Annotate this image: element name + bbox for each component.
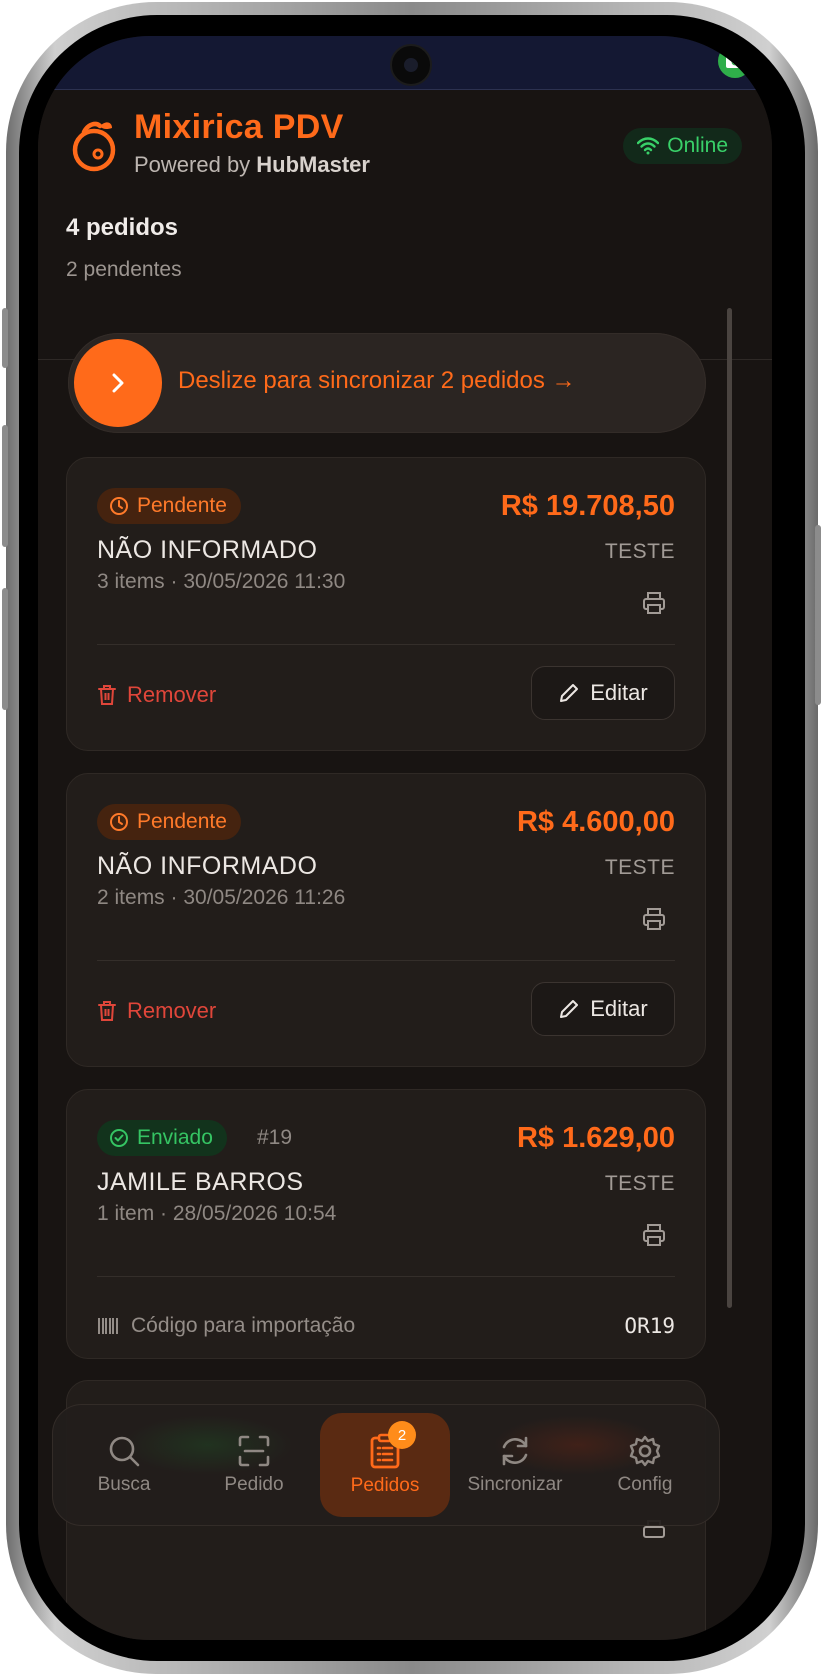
order-card[interactable]: Pendente R$ 19.708,50 NÃO INFORMADO 3 it…: [66, 457, 706, 751]
status-badge: Enviado: [97, 1120, 227, 1156]
customer-name: JAMILE BARROS: [97, 1168, 304, 1196]
order-meta: 1 item · 28/05/2026 10:54: [97, 1202, 337, 1225]
scan-icon: [238, 1435, 270, 1467]
status-label: Enviado: [137, 1126, 213, 1149]
online-status-label: Online: [667, 134, 728, 157]
app-title: Mixirica PDV: [134, 108, 344, 146]
sync-swipe-slider[interactable]: Deslize para sincronizar 2 pedidos →: [68, 333, 706, 433]
nav-badge-count: 2: [388, 1421, 416, 1449]
search-icon: [109, 1436, 140, 1467]
scrollbar[interactable]: [727, 308, 732, 1308]
app-screen: Mixirica PDV Powered by HubMaster Online…: [38, 36, 772, 1640]
edit-button[interactable]: Editar: [531, 982, 675, 1036]
remove-label: Remover: [127, 682, 217, 707]
trash-icon: [98, 1001, 116, 1021]
seller-name: TESTE: [604, 1172, 675, 1195]
status-label: Pendente: [137, 810, 227, 833]
seller-name: TESTE: [604, 856, 675, 879]
nav-label: Pedido: [224, 1474, 284, 1495]
tangerine-logo-icon: [70, 116, 118, 179]
orders-count: 4 pedidos: [66, 214, 179, 241]
nav-item-sincronizar[interactable]: Sincronizar: [450, 1413, 580, 1517]
nav-label: Config: [617, 1474, 673, 1495]
powered-by-prefix: Powered by: [134, 152, 257, 177]
order-card[interactable]: Pendente R$ 4.600,00 NÃO INFORMADO 2 ite…: [66, 773, 706, 1067]
nav-label: Sincronizar: [467, 1474, 563, 1495]
swipe-handle[interactable]: [74, 339, 162, 427]
print-icon[interactable]: [641, 590, 667, 621]
silent-switch: [2, 308, 8, 368]
card-divider: [97, 1276, 675, 1277]
status-badge: Pendente: [97, 488, 241, 524]
import-code-label: Código para importação: [97, 1314, 355, 1338]
volume-down-button: [2, 588, 8, 710]
nav-item-pedido[interactable]: Pedido: [189, 1413, 319, 1517]
chevron-right-icon: [112, 373, 124, 393]
nav-label: Pedidos: [350, 1475, 420, 1496]
pencil-icon: [560, 684, 579, 702]
bottom-nav: Busca Pedido Pedidos 2 Sincronizar Confi…: [52, 1404, 720, 1526]
print-icon[interactable]: [641, 1222, 667, 1253]
volume-up-button: [2, 425, 8, 547]
remove-button[interactable]: Remover: [97, 682, 216, 708]
seller-name: TESTE: [604, 540, 675, 563]
clock-icon: [110, 497, 128, 515]
customer-name: NÃO INFORMADO: [97, 852, 318, 880]
import-label-text: Código para importação: [131, 1314, 356, 1337]
clock-icon: [110, 813, 128, 831]
pencil-icon: [560, 1000, 579, 1018]
remove-button[interactable]: Remover: [97, 998, 216, 1024]
edit-button[interactable]: Editar: [531, 666, 675, 720]
nav-item-pedidos[interactable]: Pedidos 2: [320, 1413, 450, 1517]
status-label: Pendente: [137, 494, 227, 517]
nav-item-busca[interactable]: Busca: [59, 1413, 189, 1517]
powered-by: Powered by HubMaster: [134, 152, 370, 178]
power-button: [815, 525, 821, 705]
card-divider: [97, 960, 675, 961]
print-icon[interactable]: [641, 906, 667, 937]
swipe-label: Deslize para sincronizar 2 pedidos →: [178, 367, 576, 394]
check-circle-icon: [110, 1129, 128, 1147]
order-meta: 2 items · 30/05/2026 11:26: [97, 886, 346, 909]
status-badge: Pendente: [97, 804, 241, 840]
nav-item-config[interactable]: Config: [580, 1413, 710, 1517]
pending-count: 2 pendentes: [66, 258, 182, 281]
nav-label: Busca: [97, 1474, 151, 1495]
customer-name: NÃO INFORMADO: [97, 536, 318, 564]
order-amount: R$ 1.629,00: [516, 1122, 675, 1154]
edit-label: Editar: [590, 996, 648, 1021]
import-code-value[interactable]: OR19: [624, 1314, 675, 1338]
refresh-icon: [502, 1436, 528, 1466]
powered-by-brand: HubMaster: [256, 152, 370, 177]
order-meta: 3 items · 30/05/2026 11:30: [97, 570, 346, 593]
barcode-icon: [98, 1318, 118, 1334]
order-amount: R$ 19.708,50: [500, 490, 675, 522]
order-number: #19: [257, 1126, 293, 1149]
camera-indicator-icon: [718, 44, 752, 78]
gear-icon: [629, 1435, 661, 1467]
remove-label: Remover: [127, 998, 217, 1023]
status-bar: [38, 36, 772, 90]
trash-icon: [98, 685, 116, 705]
order-amount: R$ 4.600,00: [516, 806, 675, 838]
order-card[interactable]: Enviado #19 R$ 1.629,00 JAMILE BARROS 1 …: [66, 1089, 706, 1359]
edit-label: Editar: [590, 680, 648, 705]
card-divider: [97, 644, 675, 645]
front-camera: [390, 44, 432, 86]
online-status-badge: Online: [623, 128, 742, 164]
wifi-icon: [637, 137, 660, 155]
